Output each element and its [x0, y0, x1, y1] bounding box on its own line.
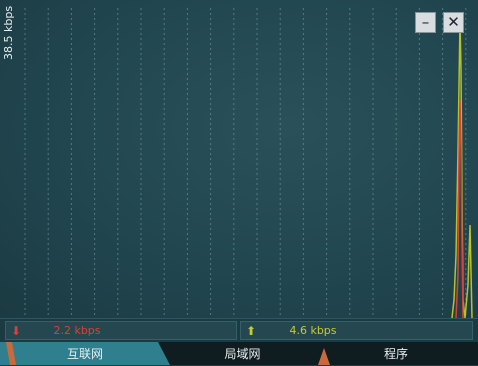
download-rate-panel: ⬇ 2.2 kbps: [5, 321, 237, 340]
tab-internet[interactable]: 互联网: [0, 342, 170, 365]
upload-rate-value: 4.6 kbps: [289, 324, 337, 337]
download-rate-value: 2.2 kbps: [53, 324, 101, 337]
graph-scale-label: 38.5 kbps: [2, 5, 15, 60]
upload-rate-panel: ⬆ 4.6 kbps: [240, 321, 473, 340]
traffic-graph-svg: [24, 8, 473, 318]
close-button[interactable]: ✕: [443, 12, 464, 33]
minimize-button[interactable]: –: [415, 12, 436, 33]
status-bar: ⬇ 2.2 kbps ⬆ 4.6 kbps: [0, 318, 478, 343]
tab-bar: 互联网 局域网 程序: [0, 342, 478, 365]
traffic-graph: 38.5 kbps – ✕: [0, 0, 478, 318]
tab-programs[interactable]: 程序: [320, 342, 472, 365]
tab-lan[interactable]: 局域网: [160, 342, 325, 365]
graph-grid: [24, 8, 467, 318]
